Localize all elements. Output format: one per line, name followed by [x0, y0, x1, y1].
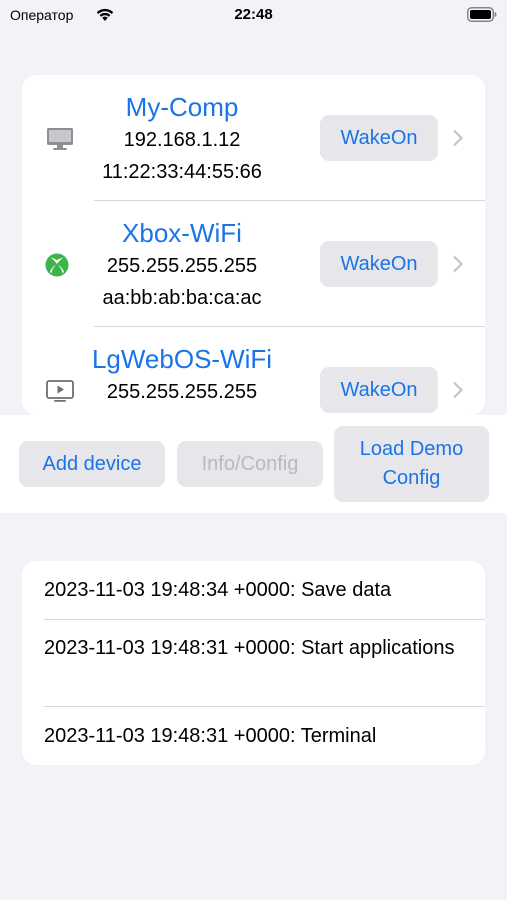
row-divider: [44, 619, 485, 620]
log-entry: 2023-11-03 19:48:34 +0000: Save data: [44, 579, 392, 601]
device-row-my-comp[interactable]: My-Comp 192.168.1.12 11:22:33:44:55:66 W…: [22, 75, 485, 201]
device-mac: 11:22:33:44:55:66: [102, 161, 262, 183]
log-entry: 2023-11-03 19:48:31 +0000: Start applica…: [44, 637, 455, 659]
wakeon-button[interactable]: WakeOn: [320, 367, 438, 413]
device-row-lgwebos-wifi[interactable]: LgWebOS-WiFi 255.255.255.255 WakeOn: [22, 327, 485, 415]
device-name: Xbox-WiFi: [122, 218, 242, 248]
status-bar: Оператор 22:48: [0, 0, 507, 34]
device-row-xbox-wifi[interactable]: Xbox-WiFi 255.255.255.255 aa:bb:ab:ba:ca…: [22, 201, 485, 327]
wakeon-button[interactable]: WakeOn: [320, 115, 438, 161]
desktop-computer-icon: [45, 126, 75, 152]
add-device-button[interactable]: Add device: [19, 441, 165, 487]
device-mac: aa:bb:ab:ba:ca:ac: [102, 287, 262, 309]
action-bar: Add device Info/Config Load Demo Config: [0, 415, 507, 513]
chevron-right-icon: [452, 381, 464, 399]
tv-play-icon: [45, 378, 75, 404]
add-device-label: Add device: [42, 452, 142, 475]
row-divider: [44, 706, 485, 707]
event-log: 2023-11-03 19:48:34 +0000: Save data 202…: [22, 561, 485, 765]
load-demo-config-button[interactable]: Load Demo Config: [334, 426, 489, 502]
device-name: My-Comp: [125, 92, 239, 122]
load-demo-label-line1: Load Demo: [359, 438, 464, 460]
battery-icon: [467, 7, 497, 27]
chevron-right-icon: [452, 255, 464, 273]
log-entry: 2023-11-03 19:48:31 +0000: Terminal: [44, 725, 377, 747]
chevron-right-icon: [452, 129, 464, 147]
wakeon-button[interactable]: WakeOn: [320, 241, 438, 287]
info-config-button[interactable]: Info/Config: [177, 441, 323, 487]
load-demo-label-line2: Config: [382, 467, 441, 489]
device-ip: 255.255.255.255: [106, 381, 258, 403]
device-name: LgWebOS-WiFi: [91, 344, 273, 374]
device-ip: 255.255.255.255: [106, 255, 258, 277]
devices-list: My-Comp 192.168.1.12 11:22:33:44:55:66 W…: [22, 75, 485, 415]
device-ip: 192.168.1.12: [123, 129, 241, 151]
info-config-label: Info/Config: [201, 452, 299, 475]
xbox-logo-icon: [45, 252, 75, 278]
status-time: 22:48: [234, 6, 273, 23]
